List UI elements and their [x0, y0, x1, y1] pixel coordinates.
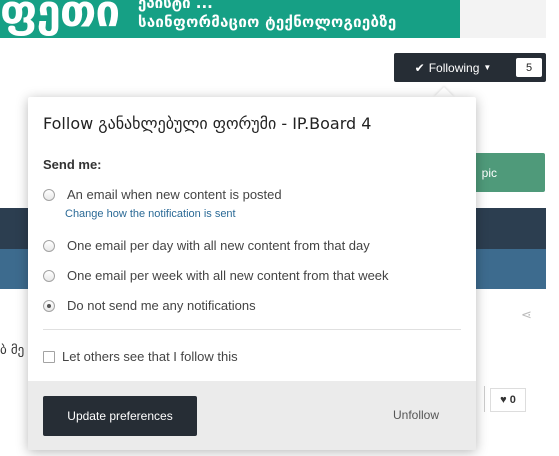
anonymous-option[interactable]: Let others see that I follow this — [43, 349, 238, 364]
option-immediate-label: An email when new content is posted — [67, 187, 282, 202]
follower-count-badge[interactable]: 5 — [512, 53, 546, 82]
popup-divider — [43, 329, 461, 330]
popup-title: Follow განახლებული ფორუმი - IP.Board 4 — [43, 114, 372, 133]
radio-immediate[interactable] — [43, 188, 55, 201]
popup-footer: Update preferences Unfollow — [28, 381, 476, 450]
banner-right-area — [460, 0, 546, 38]
like-count: 0 — [509, 394, 516, 406]
change-notification-link[interactable]: Change how the notification is sent — [65, 208, 236, 220]
anonymous-label: Let others see that I follow this — [62, 349, 238, 364]
like-button[interactable]: ♥ 0 — [490, 388, 526, 412]
heart-icon: ♥ — [500, 394, 507, 406]
option-none[interactable]: Do not send me any notifications — [43, 298, 256, 313]
like-divider — [484, 386, 485, 412]
background-snippet: ბ მე — [0, 343, 25, 358]
option-immediate[interactable]: An email when new content is posted — [43, 187, 282, 202]
option-weekly[interactable]: One email per week with all new content … — [43, 268, 389, 283]
follow-popup: Follow განახლებული ფორუმი - IP.Board 4 S… — [28, 97, 476, 450]
follower-count: 5 — [516, 58, 542, 77]
radio-weekly[interactable] — [43, 269, 55, 282]
following-button[interactable]: ✔ Following ▼ — [394, 53, 512, 82]
check-icon: ✔ — [414, 60, 425, 75]
popup-arrow — [434, 87, 454, 97]
option-weekly-label: One email per week with all new content … — [67, 268, 389, 283]
update-preferences-button[interactable]: Update preferences — [43, 396, 197, 436]
send-me-label: Send me: — [43, 157, 102, 172]
following-label: Following — [428, 60, 480, 75]
radio-daily[interactable] — [43, 239, 55, 252]
banner-line-2: საინფორმაციო ტექნოლოგიებზე — [138, 13, 397, 31]
site-banner[interactable]: ფეთი ეპისტი ... საინფორმაციო ტექნოლოგიებ… — [0, 0, 460, 38]
site-logo: ფეთი — [0, 0, 120, 37]
share-icon[interactable]: ⋖ — [521, 308, 532, 323]
option-daily-label: One email per day with all new content f… — [67, 238, 370, 253]
unfollow-link[interactable]: Unfollow — [393, 408, 439, 422]
anonymous-checkbox[interactable] — [43, 350, 55, 363]
banner-line-1: ეპისტი ... — [138, 0, 213, 12]
follow-button-group[interactable]: ✔ Following ▼ 5 — [394, 53, 546, 82]
caret-down-icon: ▼ — [483, 63, 492, 72]
option-none-label: Do not send me any notifications — [67, 298, 256, 313]
radio-none[interactable] — [43, 299, 55, 312]
option-daily[interactable]: One email per day with all new content f… — [43, 238, 370, 253]
